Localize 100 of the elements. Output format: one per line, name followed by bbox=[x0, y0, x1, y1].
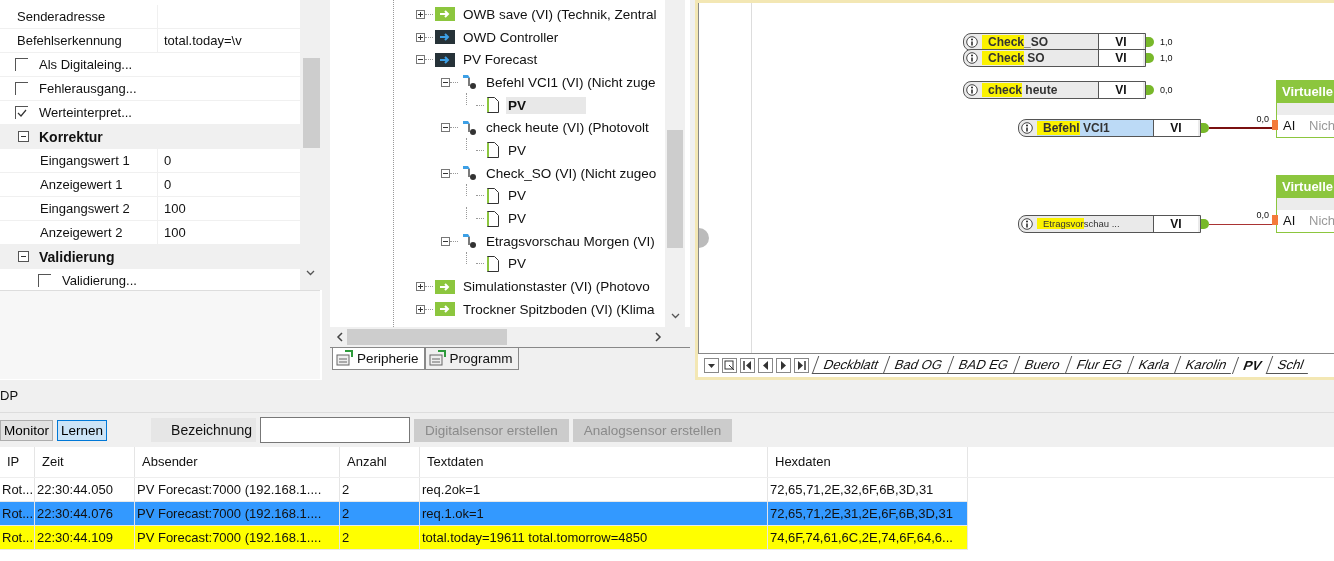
tree-item[interactable]: PV bbox=[506, 255, 528, 273]
collapse-icon[interactable] bbox=[18, 131, 29, 142]
connection-wire[interactable] bbox=[1209, 127, 1275, 129]
signal-icon bbox=[460, 233, 478, 250]
tree-item[interactable]: check heute (VI) (Photovolt bbox=[484, 119, 651, 137]
signal-icon bbox=[460, 165, 478, 182]
scroll-thumb[interactable] bbox=[667, 130, 683, 248]
tree-item[interactable]: Befehl VCI1 (VI) (Nicht zuge bbox=[484, 73, 658, 91]
panel-title: DP bbox=[0, 380, 1334, 413]
mode-button[interactable]: Monitor bbox=[0, 419, 53, 441]
document-icon bbox=[486, 187, 500, 204]
scroll-thumb[interactable] bbox=[303, 58, 320, 148]
info-icon[interactable] bbox=[1021, 122, 1033, 134]
table-row[interactable]: Rot... 22:30:44.076 PV Forecast:7000 (192.168.1.... 2 req.1.ok=1 72,65,71,2E,31,2E,6F,6B,3D,31 bbox=[0, 502, 968, 526]
sheet-tab[interactable]: Karla bbox=[1126, 356, 1181, 374]
property-name: Befehlserkennung bbox=[0, 29, 158, 52]
sheet-tab[interactable]: Bad OG bbox=[882, 356, 954, 374]
expand-icon[interactable] bbox=[441, 123, 450, 133]
info-icon[interactable] bbox=[966, 84, 978, 96]
tree-item[interactable]: PV Forecast bbox=[461, 51, 540, 69]
table-row[interactable]: Rot... 22:30:44.109 PV Forecast:7000 (192.168.1.... 2 total.today=19611 total.tomorrow=4850 74,6F,74,61,6C,2E,74,6F,64,6... bbox=[0, 526, 968, 550]
info-icon[interactable] bbox=[966, 36, 978, 48]
tree-item[interactable]: OWB save (VI) (Technik, Zentral bbox=[461, 5, 659, 23]
tree-item[interactable]: PV bbox=[506, 210, 528, 228]
input-port-icon[interactable] bbox=[1272, 120, 1278, 130]
window-icon[interactable] bbox=[722, 357, 737, 373]
table-row[interactable]: Rot... 22:30:44.050 PV Forecast:7000 (192.168.1.... 2 req.2ok=1 72,65,71,2E,32,6F,6B,3D,31 bbox=[0, 478, 968, 502]
next-icon[interactable] bbox=[776, 357, 791, 373]
document-icon bbox=[486, 97, 500, 114]
scroll-down-icon[interactable] bbox=[306, 270, 315, 276]
table-cell: 72,65,71,2E,32,6F,6B,3D,31 bbox=[768, 478, 968, 501]
collapse-icon[interactable] bbox=[18, 251, 29, 262]
tab-icon bbox=[336, 350, 354, 366]
property-name: Fehlerausgang... bbox=[39, 81, 137, 96]
property-value[interactable]: 0 bbox=[158, 153, 172, 168]
table-cell: PV Forecast:7000 (192.168.1.... bbox=[135, 478, 340, 501]
connection-wire[interactable] bbox=[1209, 223, 1275, 225]
property-value[interactable]: total.today=\v bbox=[158, 33, 242, 48]
info-icon[interactable] bbox=[1021, 218, 1033, 230]
panel-tab[interactable]: Peripherie bbox=[332, 348, 425, 370]
expand-icon[interactable] bbox=[441, 236, 450, 246]
first-icon[interactable] bbox=[740, 357, 755, 373]
scroll-left-icon[interactable] bbox=[336, 332, 343, 342]
expand-icon[interactable] bbox=[416, 304, 425, 314]
table-cell: 22:30:44.076 bbox=[35, 502, 135, 525]
panel-tab[interactable]: Programm bbox=[424, 348, 519, 370]
sheet-tab[interactable]: Flur EG bbox=[1064, 356, 1134, 374]
expand-icon[interactable] bbox=[441, 168, 450, 178]
last-icon[interactable] bbox=[794, 357, 809, 373]
tree-item[interactable]: PV bbox=[506, 141, 528, 159]
sheet-tab[interactable]: PV bbox=[1231, 356, 1273, 374]
tree-item[interactable]: OWD Controller bbox=[461, 28, 561, 46]
dropdown-icon[interactable] bbox=[704, 357, 719, 373]
table-cell: 22:30:44.109 bbox=[35, 526, 135, 549]
expand-icon[interactable] bbox=[441, 77, 450, 87]
property-name: Anzeigewert 2 bbox=[0, 221, 158, 244]
property-name: Werteinterpret... bbox=[39, 105, 132, 120]
tree-item[interactable]: PV bbox=[506, 187, 528, 205]
scrollbar[interactable] bbox=[300, 0, 322, 290]
tree-item[interactable]: Trockner Spitzboden (VI) (Klima bbox=[461, 300, 657, 318]
property-name: Senderadresse bbox=[0, 5, 158, 28]
property-value[interactable]: 0 bbox=[158, 177, 172, 192]
info-icon[interactable] bbox=[966, 52, 978, 64]
signal-icon bbox=[460, 119, 478, 136]
checkbox[interactable] bbox=[15, 106, 28, 119]
property-value[interactable]: 100 bbox=[158, 201, 186, 216]
checkbox[interactable] bbox=[15, 58, 28, 71]
expand-icon[interactable] bbox=[416, 282, 425, 292]
sheet-tab[interactable]: Schl bbox=[1265, 356, 1315, 374]
signal-node[interactable]: check heute VI bbox=[963, 81, 1146, 99]
tree-item[interactable]: Etragsvorschau Morgen (VI) bbox=[484, 232, 657, 250]
checkbox[interactable] bbox=[15, 82, 28, 95]
document-icon bbox=[486, 210, 500, 227]
signal-node[interactable]: Befehl VCI1 VI bbox=[1018, 119, 1201, 137]
input-port-icon[interactable] bbox=[1272, 215, 1278, 225]
tree-item[interactable]: Simulationstaster (VI) (Photovo bbox=[461, 278, 652, 296]
signal-node[interactable]: Check SO VI bbox=[963, 49, 1146, 67]
table-cell: Rot... bbox=[0, 478, 35, 501]
scroll-down-icon[interactable] bbox=[671, 313, 680, 319]
scroll-right-icon[interactable] bbox=[655, 332, 662, 342]
expand-icon[interactable] bbox=[416, 32, 425, 42]
signal-icon bbox=[460, 74, 478, 91]
tree-item[interactable]: Check_SO (VI) (Nicht zugeo bbox=[484, 164, 659, 182]
scroll-thumb[interactable] bbox=[347, 329, 507, 345]
expand-icon[interactable] bbox=[416, 9, 425, 19]
expand-icon[interactable] bbox=[416, 55, 425, 65]
name-field[interactable] bbox=[260, 417, 410, 443]
scrollbar[interactable] bbox=[665, 0, 685, 327]
checkbox[interactable] bbox=[38, 274, 51, 287]
sheet-tab[interactable]: Buero bbox=[1013, 356, 1072, 374]
previous-icon[interactable] bbox=[758, 357, 773, 373]
drag-handle[interactable] bbox=[699, 228, 709, 248]
property-value[interactable]: 100 bbox=[158, 225, 186, 240]
sheet-tab[interactable]: Karolin bbox=[1173, 356, 1238, 374]
tree-item[interactable]: PV bbox=[506, 96, 586, 114]
sheet-tab[interactable]: BAD EG bbox=[946, 356, 1020, 374]
sheet-tab[interactable]: Deckblatt bbox=[811, 356, 890, 374]
table-cell: 72,65,71,2E,31,2E,6F,6B,3D,31 bbox=[768, 502, 968, 525]
table-cell: 74,6F,74,61,6C,2E,74,6F,64,6... bbox=[768, 526, 968, 549]
mode-button[interactable]: Lernen bbox=[57, 419, 108, 441]
